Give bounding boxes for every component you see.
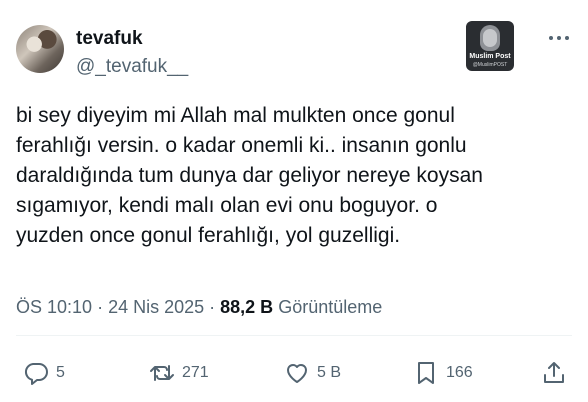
tweet-date[interactable]: 24 Nis 2025 [108,297,204,317]
share-button[interactable] [540,358,568,388]
badge-handle: @MuslimPOST [472,62,508,68]
views-label: Görüntüleme [278,297,383,317]
author-display-name[interactable]: tevafuk [76,27,143,51]
repost-button[interactable]: 271 [148,358,209,388]
author-handle[interactable]: @_tevafuk__ [76,55,188,79]
share-icon [544,362,564,383]
avatar[interactable] [16,25,64,73]
bookmark-button[interactable]: 166 [412,358,473,388]
like-icon [287,364,307,383]
views-count: 88,2 B [220,297,274,317]
tweet-time[interactable]: ÖS 10:10 [16,297,92,317]
more-options-button[interactable] [546,28,572,48]
more-icon [549,36,569,40]
tweet-meta: ÖS 10:10 · 24 Nis 2025 · 88,2 B Görüntül… [16,295,382,319]
badge-portrait-face [483,29,497,47]
divider [16,335,572,336]
badge-title: Muslim Post [469,53,511,60]
reply-button[interactable]: 5 [22,358,65,388]
reply-icon [24,363,48,385]
bookmark-icon [418,362,434,384]
like-button[interactable]: 5 B [283,358,341,388]
repost-icon [150,365,174,381]
reply-count: 5 [56,364,65,381]
bookmark-count: 166 [446,364,473,381]
affiliate-badge[interactable]: Muslim Post @MuslimPOST [466,21,514,71]
like-count: 5 B [317,364,342,381]
tweet-text: bi sey diyeyim mi Allah mal mulkten once… [16,104,483,247]
repost-count: 271 [182,364,209,381]
meta-separator: · [204,297,221,317]
meta-separator: · [92,297,109,317]
